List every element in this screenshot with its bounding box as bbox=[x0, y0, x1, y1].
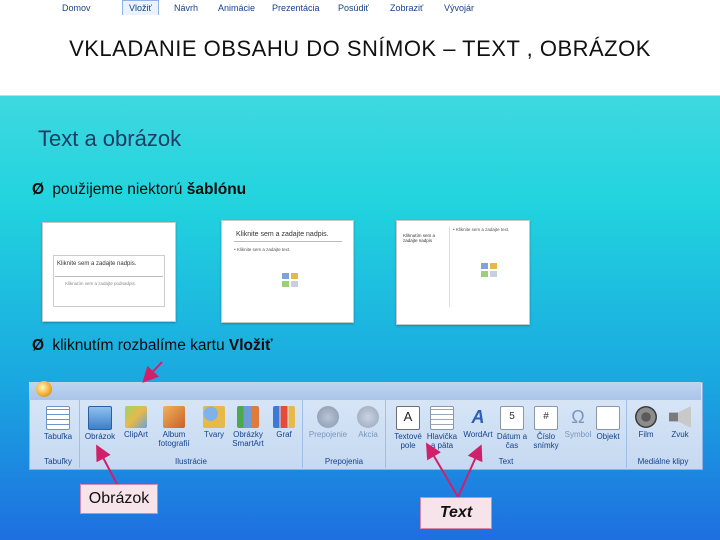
bullet-text: kliknutím rozbalíme kartu bbox=[52, 337, 229, 354]
button-label: Tabuľka bbox=[43, 432, 73, 441]
thumbnail-title-text: Kliknutím sem a zadajte nadpis bbox=[403, 233, 436, 243]
thumbnail-title-text: Kliknite sem a zadajte nadpis. bbox=[236, 231, 329, 238]
content-placeholder-icon bbox=[481, 263, 499, 277]
calendar-icon: 5 bbox=[500, 406, 524, 430]
chart-icon bbox=[273, 406, 295, 428]
speaker-icon bbox=[669, 406, 691, 428]
bullet-templates: Ø použijeme niektorú šablónu bbox=[32, 181, 246, 199]
thumbnail-body-text: • Kliknite sem a zadajte text. bbox=[234, 247, 291, 252]
button-label: Objekt bbox=[596, 432, 620, 441]
button-label: Obrázky SmartArt bbox=[232, 430, 264, 448]
chart-button[interactable]: Graf bbox=[266, 406, 302, 439]
button-label: Tvary bbox=[204, 430, 224, 439]
office-button-icon[interactable] bbox=[36, 381, 52, 397]
wordart-button[interactable]: A WordArt bbox=[460, 406, 496, 439]
button-label: Film bbox=[638, 430, 654, 439]
hash-icon: # bbox=[534, 406, 558, 430]
photo-album-icon bbox=[163, 406, 185, 428]
arrow-bullet-icon: Ø bbox=[32, 337, 45, 354]
action-button[interactable]: Akcia bbox=[350, 406, 386, 439]
wordart-icon: A bbox=[471, 407, 485, 427]
layout-thumbnail-title-content[interactable]: Kliknite sem a zadajte nadpis. • Kliknit… bbox=[221, 220, 354, 323]
button-label: Prepojenie bbox=[308, 430, 348, 439]
header-footer-button[interactable]: Hlavička a päta bbox=[424, 406, 460, 450]
picture-icon bbox=[88, 406, 112, 430]
button-label: Obrázok bbox=[84, 432, 116, 441]
clipart-button[interactable]: ClipArt bbox=[118, 406, 154, 439]
text-callout: Text bbox=[420, 497, 492, 529]
group-label: Ilustrácie bbox=[174, 457, 207, 466]
button-label: Číslo snímky bbox=[533, 432, 559, 450]
header-footer-icon bbox=[430, 406, 454, 430]
slide-title: VKLADANIE OBSAHU DO SNÍMOK – TEXT , OBRÁ… bbox=[69, 36, 651, 61]
picture-button[interactable]: Obrázok bbox=[82, 406, 118, 441]
datetime-button[interactable]: 5 Dátum a čas bbox=[494, 406, 530, 450]
insert-tab-arrow bbox=[142, 361, 163, 383]
bullet-insert-tab: Ø kliknutím rozbalíme kartu Vložiť bbox=[32, 337, 273, 355]
tab-review[interactable]: Posúdiť bbox=[338, 3, 369, 13]
slide-number-button[interactable]: # Číslo snímky bbox=[528, 406, 564, 450]
shapes-icon bbox=[203, 406, 225, 428]
textbox-icon: A bbox=[396, 406, 420, 430]
bullet-text: použijeme niektorú bbox=[52, 181, 187, 198]
tab-home[interactable]: Domov bbox=[62, 3, 91, 13]
layout-thumbnail-two-content[interactable]: Kliknutím sem a zadajte nadpis • Kliknit… bbox=[396, 220, 530, 325]
tab-slideshow[interactable]: Prezentácia bbox=[272, 3, 320, 13]
thumbnail-title-text: Kliknite sem a zadajte nadpis. bbox=[57, 261, 137, 267]
button-label: Symbol bbox=[564, 430, 592, 439]
slide-subtitle: Text a obrázok bbox=[38, 126, 182, 151]
object-button[interactable]: Objekt bbox=[590, 406, 626, 441]
button-label: WordArt bbox=[463, 430, 493, 439]
thumbnail-subtitle-text: Kliknutím sem a zadajte podnadpis. bbox=[65, 281, 137, 286]
thumbnail-body-text: • Kliknite sem a zadajte text. bbox=[453, 227, 510, 232]
smartart-icon bbox=[237, 406, 259, 428]
bullet-bold: šablónu bbox=[186, 181, 247, 198]
group-label: Tabuľky bbox=[44, 457, 72, 466]
movie-button[interactable]: Film bbox=[628, 406, 664, 439]
tab-developer[interactable]: Vývojár bbox=[444, 3, 474, 13]
divider bbox=[55, 276, 163, 277]
button-label: Hlavička a päta bbox=[426, 432, 458, 450]
arrow-bullet-icon: Ø bbox=[32, 181, 45, 198]
ribbon-tabs bbox=[29, 382, 701, 400]
group-label: Mediálne klipy bbox=[637, 457, 689, 466]
textbox-button[interactable]: A Textové pole bbox=[390, 406, 426, 450]
globe-link-icon bbox=[317, 406, 339, 428]
smartart-button[interactable]: Obrázky SmartArt bbox=[230, 406, 266, 448]
picture-callout: Obrázok bbox=[80, 484, 158, 514]
action-star-icon bbox=[357, 406, 379, 428]
film-reel-icon bbox=[635, 406, 657, 428]
tab-view[interactable]: Zobraziť bbox=[390, 3, 423, 13]
table-button[interactable]: Tabuľka bbox=[40, 406, 76, 441]
tab-animations[interactable]: Animácie bbox=[218, 3, 255, 13]
photo-album-button[interactable]: Album fotografií bbox=[156, 406, 192, 448]
bullet-bold: Vložiť bbox=[228, 337, 273, 354]
group-label: Prepojenia bbox=[324, 457, 364, 466]
tab-insert[interactable]: Vložiť bbox=[122, 0, 159, 15]
divider bbox=[449, 227, 450, 307]
hyperlink-button[interactable]: Prepojenie bbox=[306, 406, 350, 439]
group-label: Text bbox=[498, 457, 514, 466]
button-label: Zvuk bbox=[671, 430, 689, 439]
divider bbox=[234, 241, 342, 242]
button-label: ClipArt bbox=[123, 430, 148, 439]
clipart-icon bbox=[125, 406, 147, 428]
button-label: Akcia bbox=[358, 430, 378, 439]
button-label: Graf bbox=[276, 430, 292, 439]
sound-button[interactable]: Zvuk bbox=[662, 406, 698, 439]
tab-design[interactable]: Návrh bbox=[174, 3, 198, 13]
button-label: Textové pole bbox=[394, 432, 422, 450]
object-icon bbox=[596, 406, 620, 430]
omega-icon: Ω bbox=[571, 407, 585, 427]
content-placeholder-icon bbox=[282, 273, 300, 287]
button-label: Dátum a čas bbox=[496, 432, 528, 450]
layout-thumbnail-title[interactable]: Kliknite sem a zadajte nadpis. Kliknutím… bbox=[42, 222, 176, 322]
shapes-button[interactable]: Tvary bbox=[196, 406, 232, 439]
button-label: Album fotografií bbox=[158, 430, 190, 448]
table-icon bbox=[46, 406, 70, 430]
